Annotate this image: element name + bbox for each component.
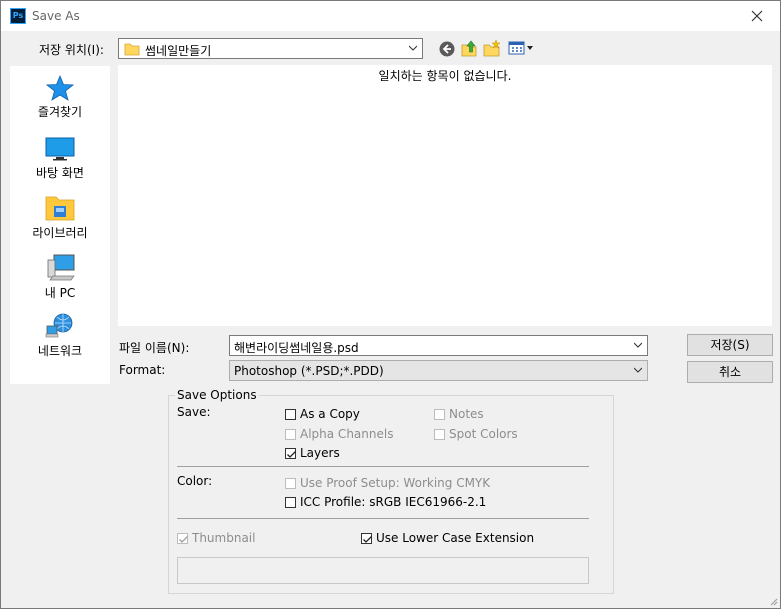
icc-profile-label: ICC Profile: sRGB IEC61966-2.1 <box>300 495 487 509</box>
folder-icon <box>124 43 140 56</box>
checkbox-box <box>285 448 296 459</box>
network-icon <box>45 313 73 338</box>
chevron-down-icon <box>634 342 642 348</box>
spot-colors-checkbox[interactable]: Spot Colors <box>434 428 518 441</box>
filename-input[interactable]: 해변라이딩썸네일용.psd <box>229 335 648 356</box>
divider <box>177 466 589 467</box>
filename-label: 파일 이름(N): <box>119 341 190 355</box>
color-label: Color: <box>177 474 213 488</box>
view-menu-icon <box>508 41 533 55</box>
layers-checkbox[interactable]: Layers <box>285 447 340 460</box>
window-title: Save As <box>32 9 80 23</box>
lower-case-extension-checkbox[interactable]: Use Lower Case Extension <box>361 532 534 545</box>
cancel-button[interactable]: 취소 <box>687 361 773 383</box>
checkmark-icon <box>287 451 296 458</box>
place-label: 내 PC <box>44 286 76 300</box>
save-options-title: Save Options <box>175 388 259 402</box>
empty-list-message: 일치하는 항목이 없습니다. <box>378 69 512 83</box>
place-label: 즐겨찾기 <box>37 105 83 119</box>
checkbox-box <box>177 533 188 544</box>
icc-profile-checkbox[interactable]: ICC Profile: sRGB IEC61966-2.1 <box>285 496 486 509</box>
file-list[interactable]: 일치하는 항목이 없습니다. <box>118 65 772 326</box>
place-this-pc[interactable]: 내 PC <box>10 252 110 301</box>
checkbox-box <box>285 478 296 489</box>
close-icon <box>751 10 763 22</box>
computer-icon <box>47 254 75 281</box>
layers-label: Layers <box>300 446 340 460</box>
new-folder-icon[interactable] <box>483 39 501 57</box>
divider <box>177 518 589 519</box>
location-label: 저장 위치(I): <box>39 43 104 57</box>
checkbox-box <box>285 429 296 440</box>
place-label: 바탕 화면 <box>36 166 84 180</box>
library-icon <box>45 196 75 221</box>
location-dropdown[interactable]: 썸네일만들기 <box>118 38 423 59</box>
save-button[interactable]: 저장(S) <box>687 334 773 356</box>
format-value: Photoshop (*.PSD;*.PDD) <box>234 364 384 378</box>
spot-colors-label: Spot Colors <box>449 427 518 441</box>
chevron-down-icon <box>634 367 642 373</box>
alpha-channels-label: Alpha Channels <box>300 427 394 441</box>
lower-case-extension-label: Use Lower Case Extension <box>376 531 535 545</box>
checkbox-box <box>361 533 372 544</box>
checkmark-icon <box>363 536 372 543</box>
checkbox-box <box>285 497 296 508</box>
use-proof-setup-label: Use Proof Setup: Working CMYK <box>300 476 491 490</box>
up-folder-icon[interactable] <box>460 39 478 57</box>
checkbox-box <box>285 409 296 420</box>
checkbox-box <box>434 409 445 420</box>
as-a-copy-label: As a Copy <box>300 407 360 421</box>
place-label: 라이브러리 <box>32 226 88 240</box>
filename-value: 해변라이딩썸네일용.psd <box>234 341 359 355</box>
chevron-down-icon <box>409 45 417 51</box>
place-network[interactable]: 네트워크 <box>10 312 110 359</box>
place-label: 네트워크 <box>37 344 83 358</box>
notes-label: Notes <box>449 407 484 421</box>
title-bar: Ps Save As <box>1 1 780 31</box>
info-area <box>177 557 589 584</box>
place-favorites[interactable]: 즐겨찾기 <box>10 75 110 120</box>
places-bar: 즐겨찾기 바탕 화면 라이브러리 내 PC 네트워크 <box>10 66 110 384</box>
as-a-copy-checkbox[interactable]: As a Copy <box>285 408 360 421</box>
thumbnail-label: Thumbnail <box>192 531 256 545</box>
save-as-dialog: Ps Save As 저장 위치(I): 썸네일만들기 즐겨찾기 바탕 화면 라… <box>0 0 781 609</box>
view-menu-button[interactable] <box>508 40 534 56</box>
thumbnail-checkbox[interactable]: Thumbnail <box>177 532 255 545</box>
photoshop-app-icon: Ps <box>10 8 26 24</box>
place-desktop[interactable]: 바탕 화면 <box>10 136 110 181</box>
resize-grip-icon[interactable] <box>768 596 778 606</box>
use-proof-setup-checkbox[interactable]: Use Proof Setup: Working CMYK <box>285 477 490 490</box>
notes-checkbox[interactable]: Notes <box>434 408 484 421</box>
place-libraries[interactable]: 라이브러리 <box>10 194 110 241</box>
desktop-icon <box>45 137 75 161</box>
location-value: 썸네일만들기 <box>145 44 212 58</box>
format-label: Format: <box>119 363 166 377</box>
format-dropdown[interactable]: Photoshop (*.PSD;*.PDD) <box>229 360 648 381</box>
back-icon[interactable] <box>438 40 456 58</box>
alpha-channels-checkbox[interactable]: Alpha Channels <box>285 428 393 441</box>
save-label: Save: <box>177 405 211 419</box>
checkbox-box <box>434 429 445 440</box>
close-button[interactable] <box>734 1 780 31</box>
checkmark-icon <box>179 536 188 543</box>
star-icon <box>46 75 74 101</box>
